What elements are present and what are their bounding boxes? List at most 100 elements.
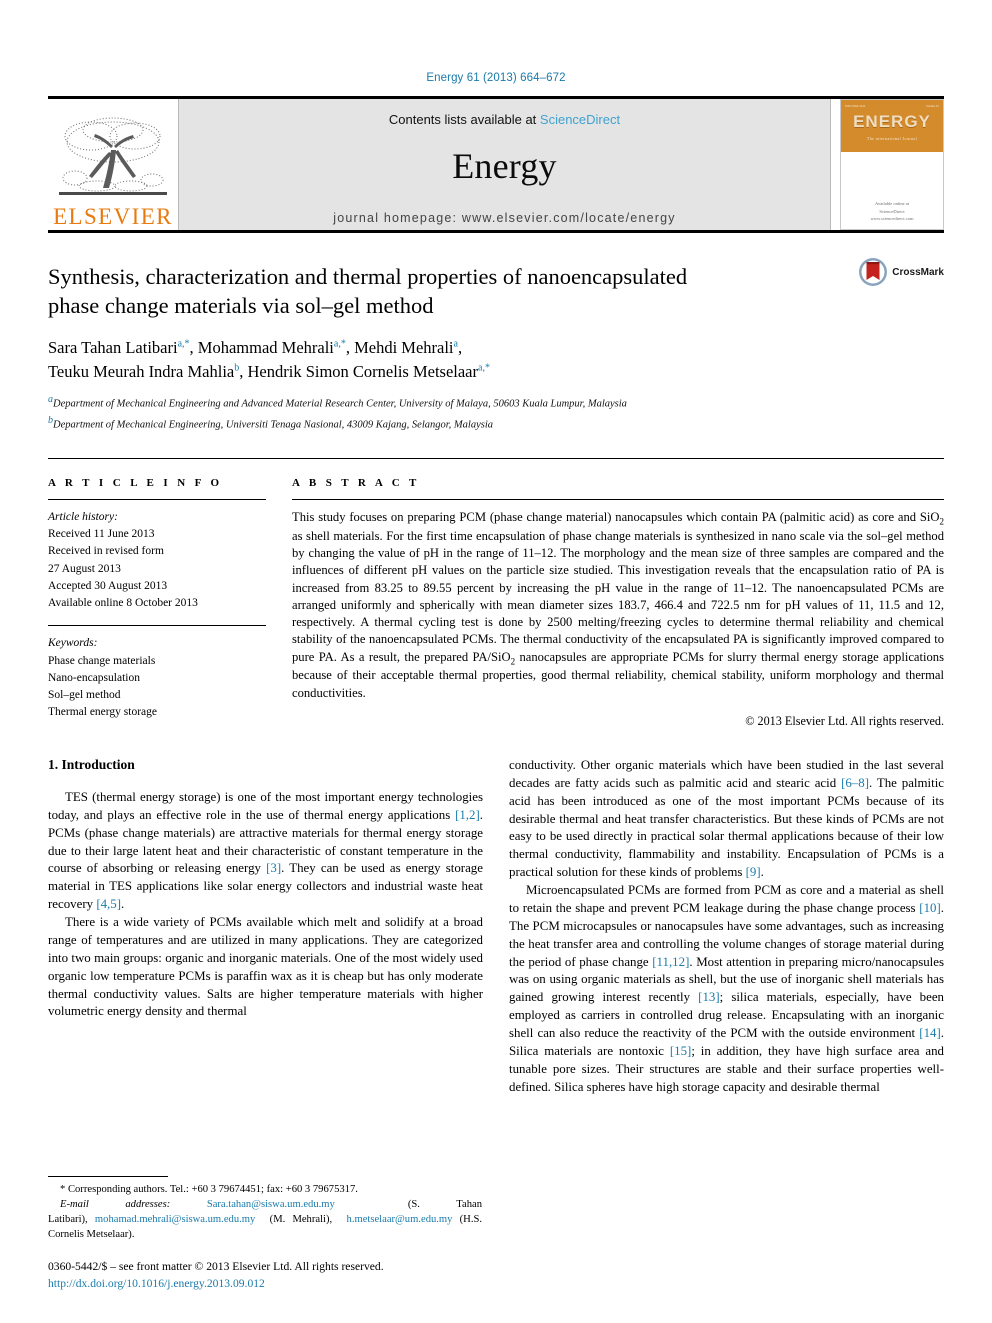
abstract-subscript-1: 2 — [939, 516, 945, 527]
cover-foot-line1: Available online at — [875, 201, 909, 207]
citation-ref[interactable]: [14] — [919, 1026, 940, 1040]
citation-ref[interactable]: [10] — [919, 901, 940, 915]
contents-prefix: Contents lists available at — [388, 112, 540, 127]
paragraph: conductivity. Other organic materials wh… — [509, 757, 944, 882]
paragraph: Microencapsulated PCMs are formed from P… — [509, 882, 944, 1097]
elsevier-logo: ELSEVIER — [48, 99, 178, 230]
author-5-affiliation-marker: a,* — [478, 362, 490, 374]
cover-journal-subtitle: The international Journal — [866, 135, 918, 141]
footnote-block: * Corresponding authors. Tel.: +60 3 796… — [48, 1176, 482, 1293]
keyword-item: Phase change materials — [48, 654, 156, 667]
citation-ref[interactable]: [11,12] — [652, 955, 689, 969]
section-heading-introduction: 1. Introduction — [48, 756, 135, 772]
keyword-item: Nano-encapsulation — [48, 671, 140, 684]
author-4: Teuku Meurah Indra Mahlia — [48, 361, 235, 381]
cover-body: Available online at ScienceDirect www.sc… — [841, 152, 943, 229]
article-history-item: 27 August 2013 — [48, 562, 121, 575]
article-history-label: Article history: — [48, 510, 118, 523]
email-link-2[interactable]: mohamad.mehrali@siswa.um.edu.my — [95, 1214, 255, 1225]
corresponding-author-note: * Corresponding authors. Tel.: +60 3 796… — [60, 1184, 358, 1196]
citation-ref[interactable]: [1,2] — [455, 808, 480, 822]
affiliation-b: bDepartment of Mechanical Engineering, U… — [48, 413, 944, 433]
author-1: Sara Tahan Latibari — [48, 337, 178, 357]
email-link-1[interactable]: Sara.tahan@siswa.um.edu.my — [207, 1199, 335, 1210]
author-1-affiliation-marker: a,* — [177, 338, 190, 350]
para-text: . — [121, 897, 125, 912]
affiliation-list: aDepartment of Mechanical Engineering an… — [48, 392, 944, 433]
article-info-rule — [48, 498, 266, 500]
author-list: Sara Tahan Latibaria,*, Mohammad Mehrali… — [48, 336, 748, 384]
article-history-item: Received in revised form — [48, 545, 164, 558]
contents-available-line: Contents lists available at ScienceDirec… — [389, 112, 620, 127]
email-owner-2: (M. Mehrali), — [269, 1214, 333, 1226]
abstract-copyright: © 2013 Elsevier Ltd. All rights reserved… — [745, 713, 944, 728]
cover-journal-name: ENERGY — [853, 111, 931, 131]
email-link-3[interactable]: h.metselaar@um.edu.my — [347, 1214, 453, 1225]
page-title: Synthesis, characterization and thermal … — [48, 264, 688, 318]
para-text: TES (thermal energy storage) is one of t… — [48, 789, 483, 822]
elsevier-tree-icon — [59, 117, 167, 195]
title-block: CrossMark Synthesis, characterization an… — [48, 258, 944, 433]
cover-foot-line2: ScienceDirect — [879, 208, 905, 214]
crossmark-badge[interactable]: CrossMark — [858, 257, 944, 287]
keywords-rule — [48, 625, 266, 627]
author-3-prefix: , Mehdi Mehrali — [345, 337, 454, 357]
author-5-prefix: , Hendrik Simon Cornelis Metselaar — [239, 361, 479, 381]
paragraph: TES (thermal energy storage) is one of t… — [48, 789, 483, 914]
journal-homepage[interactable]: journal homepage: www.elsevier.com/locat… — [333, 211, 675, 225]
para-text: . The palmitic acid has been introduced … — [509, 775, 945, 880]
paper-page: Energy 61 (2013) 664–672 ELSEVIER Conten… — [0, 0, 992, 1323]
cover-band: ISSN 0360-5442 Volume 61 ENERGY The inte… — [841, 100, 943, 152]
abstract-text: This study focuses on preparing PCM (pha… — [292, 509, 944, 702]
cover-micro-row: ISSN 0360-5442 Volume 61 — [845, 104, 939, 108]
citation-ref[interactable]: [13] — [698, 990, 719, 1004]
affiliation-a: aDepartment of Mechanical Engineering an… — [48, 392, 944, 412]
journal-cover-thumbnail: ISSN 0360-5442 Volume 61 ENERGY The inte… — [840, 99, 944, 230]
abstract-part-1: This study focuses on preparing PCM (pha… — [292, 509, 940, 524]
body-column-left: 1. Introduction TES (thermal energy stor… — [48, 757, 483, 1097]
keywords-label: Keywords: — [48, 637, 98, 650]
para-text: Microencapsulated PCMs are formed from P… — [509, 883, 944, 915]
email-addresses-note: E-mail addresses: Sara.tahan@siswa.um.ed… — [48, 1197, 482, 1242]
para-text: . — [760, 865, 764, 880]
body-column-right: conductivity. Other organic materials wh… — [509, 757, 944, 1097]
citation-ref[interactable]: [15] — [670, 1044, 691, 1058]
abstract-rule — [292, 498, 944, 500]
issn-copyright-block: 0360-5442/$ – see front matter © 2013 El… — [48, 1259, 482, 1293]
author-line1-tail: , — [457, 337, 463, 357]
cover-micro-right: Volume 61 — [925, 104, 939, 108]
author-2-affiliation-marker: a,* — [333, 338, 346, 350]
cover-footer: Available online at ScienceDirect www.sc… — [841, 200, 943, 223]
masthead-bottom-rule — [48, 230, 944, 233]
footnote-rule — [48, 1176, 168, 1178]
article-history-item: Available online 8 October 2013 — [48, 597, 198, 610]
doi-link[interactable]: http://dx.doi.org/10.1016/j.energy.2013.… — [48, 1276, 482, 1293]
journal-title: Energy — [452, 146, 557, 186]
citation-ref[interactable]: [6–8] — [841, 776, 869, 790]
crossmark-icon — [859, 258, 888, 286]
abstract-column: A B S T R A C T This study focuses on pr… — [292, 477, 944, 729]
sciencedirect-link[interactable]: ScienceDirect — [540, 112, 620, 127]
affiliation-b-text: Department of Mechanical Engineering, Un… — [53, 419, 493, 431]
article-history-item: Accepted 30 August 2013 — [48, 579, 168, 592]
article-history-item: Received 11 June 2013 — [48, 528, 155, 541]
keyword-item: Sol–gel method — [48, 689, 121, 702]
article-info-heading: A R T I C L E I N F O — [48, 476, 223, 489]
email-addresses-label: E-mail addresses: — [60, 1199, 171, 1211]
article-info-column: A R T I C L E I N F O Article history: R… — [48, 477, 266, 729]
cover-foot-line3: www.sciencedirect.com — [870, 216, 914, 222]
citation-ref[interactable]: [4,5] — [96, 897, 121, 911]
keyword-item: Thermal energy storage — [48, 706, 157, 719]
citation-ref[interactable]: [9] — [746, 865, 761, 879]
info-abstract-region: A R T I C L E I N F O Article history: R… — [48, 457, 944, 729]
author-2-prefix: , Mohammad Mehrali — [189, 337, 334, 357]
masthead-center: Contents lists available at ScienceDirec… — [178, 99, 831, 230]
body-columns: 1. Introduction TES (thermal energy stor… — [48, 757, 944, 1097]
citation-ref[interactable]: [3] — [266, 861, 281, 875]
journal-masthead: ELSEVIER Contents lists available at Sci… — [48, 96, 944, 230]
cover-micro-left: ISSN 0360-5442 — [845, 104, 866, 108]
paragraph: There is a wide variety of PCMs availabl… — [48, 915, 483, 1019]
affiliation-a-text: Department of Mechanical Engineering and… — [53, 398, 627, 410]
running-head: Energy 61 (2013) 664–672 — [426, 72, 566, 84]
